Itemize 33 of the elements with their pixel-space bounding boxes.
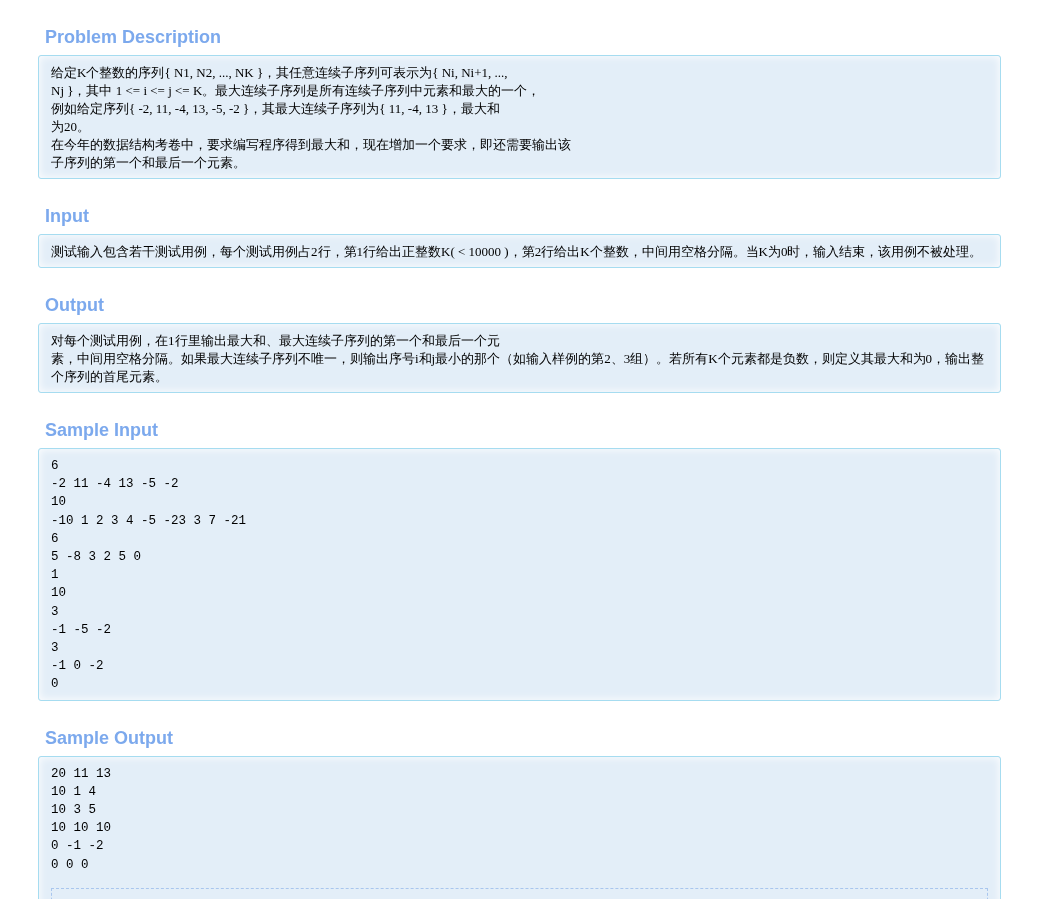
code-line: 10: [51, 494, 67, 512]
text-line: 在今年的数据结构考卷中，要求编写程序得到最大和，现在增加一个要求，即还需要输出该: [51, 136, 572, 154]
section-heading: Output: [45, 294, 105, 316]
code-line: -2 11 -4 13 -5 -2: [51, 476, 180, 494]
text-line: 为20。: [51, 118, 91, 136]
code-line: 10 1 4: [51, 783, 97, 801]
text-line: 给定K个整数的序列{ N1, N2, ..., NK }，其任意连续子序列可表示为{ Ni, Ni+1, ...,: [51, 64, 509, 82]
code-line: 0 -1 -2: [51, 838, 105, 856]
text-line: 例如给定序列{ -2, 11, -4, 13, -5, -2 }，其最大连续子序列为{ 11, -4, 13 }，最大和: [51, 100, 501, 118]
code-line: 10 10 10: [51, 820, 112, 838]
code-line: 20 11 13: [51, 765, 112, 783]
code-line: 6: [51, 458, 60, 475]
section-heading: Problem Description: [45, 26, 223, 48]
text-line: 对每个测试用例，在1行里输出最大和、最大连续子序列的第一个和最后一个元: [51, 332, 501, 350]
section-heading: Sample Output: [45, 726, 174, 749]
text-line: Nj }，其中 1 <= i <= j <= K。最大连续子序列是所有连续子序列中元素和最大的一个，: [51, 82, 542, 100]
code-line: 5 -8 3 2 5 0: [51, 549, 142, 566]
code-line: 10: [51, 585, 67, 603]
code-line: 3: [51, 603, 60, 621]
code-line: -10 1 2 3 4 -5 -23 3 7 -21: [51, 512, 248, 530]
code-line: 10 3 5: [51, 802, 97, 820]
code-line: 3: [51, 640, 60, 658]
code-line: -1 0 -2: [51, 658, 105, 676]
section-heading: Input: [45, 205, 90, 227]
code-line: -1 -5 -2: [51, 621, 112, 639]
code-line: 6: [51, 530, 60, 548]
code-line: 0: [51, 676, 60, 694]
code-line: 1: [51, 567, 60, 585]
code-line: 0 0 0: [51, 856, 90, 874]
section-heading: Sample Input: [45, 419, 159, 441]
text-line: 子序列的第一个和最后一个元素。: [51, 154, 247, 172]
text-line: 测试输入包含若干测试用例，每个测试用例占2行，第1行给出正整数K( < 10000 )，第2行给出K个整数，中间用空格分隔。当K为0时，输入结束，该用例不被处理。: [51, 243, 984, 261]
text-line: 素，中间用空格分隔。如果最大连续子序列不唯一，则输出序号i和j最小的那个（如输入样例的第2、3组）。若所有K个元素都是负数，则定义其最大和为0，输出整个序列的首尾元素。: [51, 350, 986, 386]
